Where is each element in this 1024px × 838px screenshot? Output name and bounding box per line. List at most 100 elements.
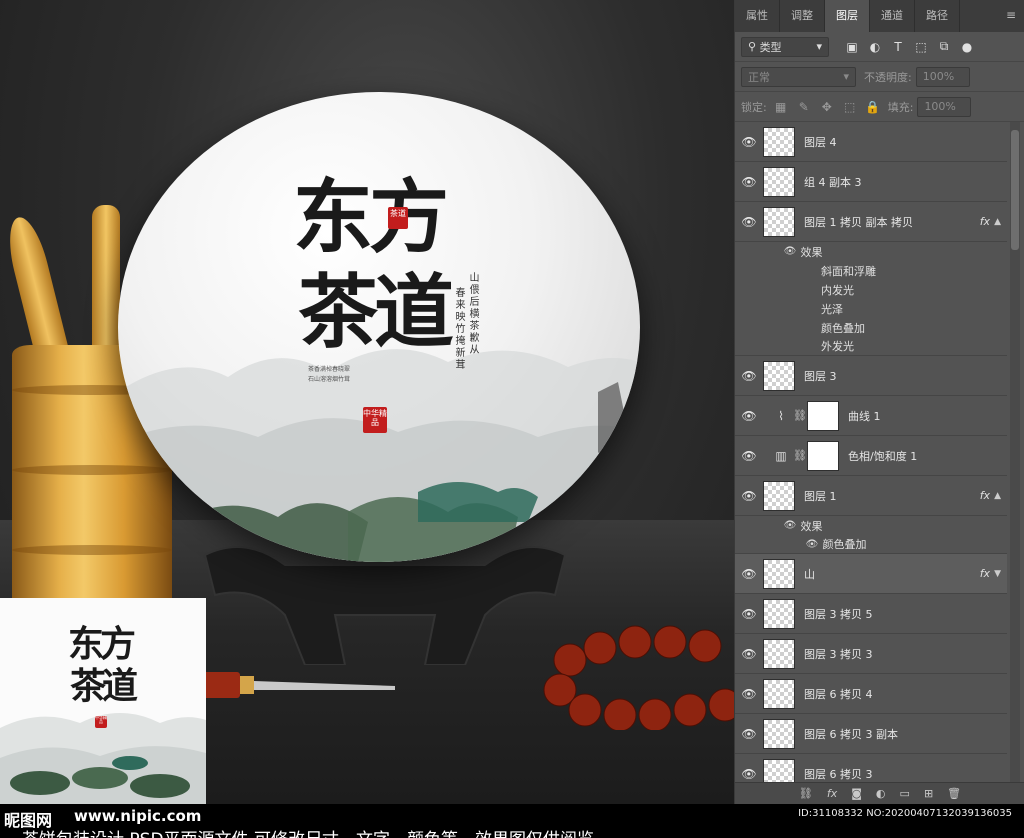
layer-row[interactable]: 👁 图层 4 <box>735 122 1007 162</box>
layer-thumbnail <box>763 758 795 782</box>
filter-row: ⚲ 类型 ▾ ▣ ◐ T ⬚ ⧉ ● <box>735 32 1024 62</box>
layer-mask-thumbnail[interactable] <box>807 440 839 471</box>
layer-name: 图层 6 拷贝 3 副本 <box>804 727 898 741</box>
pixel-filter-icon[interactable]: ▣ <box>843 40 861 54</box>
effect-item[interactable]: 外发光 <box>735 337 1007 356</box>
visibility-eye-icon[interactable]: 👁 <box>735 135 763 149</box>
thumb-seal: 中华精品 <box>95 715 107 728</box>
effect-item[interactable]: 光泽 <box>735 299 1007 318</box>
opacity-input[interactable]: 100% <box>915 66 970 87</box>
panel-menu-icon[interactable]: ≡ <box>1006 8 1016 22</box>
layer-thumbnail <box>763 206 795 237</box>
visibility-eye-icon[interactable]: 👁 <box>735 687 763 701</box>
smart-object-filter-icon[interactable]: ⧉ <box>935 39 953 54</box>
effect-item[interactable]: 斜面和浮雕 <box>735 261 1007 280</box>
effects-label: 效果 <box>800 245 823 259</box>
layer-name: 图层 3 拷贝 5 <box>804 607 873 621</box>
link-icon[interactable]: ⛓ <box>793 409 807 422</box>
blend-mode-value: 正常 <box>748 70 770 84</box>
hue-saturation-adjustment-icon: ▥ <box>775 448 787 463</box>
layer-name: 图层 1 拷贝 副本 拷贝 <box>804 215 913 229</box>
layer-row[interactable]: 👁 图层 3 拷贝 3 <box>735 634 1007 674</box>
expand-arrow-icon[interactable]: ▼ <box>994 569 1001 579</box>
type-filter-icon[interactable]: T <box>889 40 907 54</box>
effect-item[interactable]: 👁 颜色叠加 <box>735 535 1007 554</box>
layer-name: 色相/饱和度 1 <box>848 449 918 463</box>
new-layer-icon[interactable]: ⊞ <box>924 787 933 800</box>
panel-bottom-toolbar: ⛓ fx ◙ ◐ ▭ ⊞ 🗑 <box>735 782 1024 804</box>
layer-filter-select[interactable]: ⚲ 类型 ▾ <box>741 36 829 57</box>
tab-channels[interactable]: 通道 <box>870 0 915 32</box>
layer-row[interactable]: 👁 山 fx ▼ <box>735 554 1007 594</box>
visibility-eye-icon[interactable]: 👁 <box>735 567 763 581</box>
visibility-eye-icon[interactable]: 👁 <box>735 215 763 229</box>
effects-eye-icon[interactable]: 👁 <box>783 246 797 257</box>
effect-eye-icon[interactable]: 👁 <box>805 539 819 550</box>
adjustment-filter-icon[interactable]: ◐ <box>866 40 884 54</box>
layer-row[interactable]: 👁 组 4 副本 3 <box>735 162 1007 202</box>
layer-thumbnail <box>763 558 795 589</box>
layer-row[interactable]: 👁 图层 6 拷贝 3 副本 <box>735 714 1007 754</box>
layers-scrollbar[interactable] <box>1010 122 1020 782</box>
fx-badge[interactable]: fx <box>980 489 990 502</box>
layer-thumbnail <box>763 126 795 157</box>
layer-row[interactable]: 👁 图层 6 拷贝 4 <box>735 674 1007 714</box>
layer-mask-thumbnail[interactable] <box>807 400 839 431</box>
tab-properties[interactable]: 属性 <box>735 0 780 32</box>
layer-row[interactable]: 👁 图层 3 拷贝 5 <box>735 594 1007 634</box>
effect-item[interactable]: 颜色叠加 <box>735 318 1007 337</box>
add-style-icon[interactable]: fx <box>827 787 837 800</box>
lock-image-icon[interactable]: ✎ <box>795 100 813 114</box>
link-layers-icon[interactable]: ⛓ <box>799 787 813 800</box>
link-icon[interactable]: ⛓ <box>793 449 807 462</box>
effects-eye-icon[interactable]: 👁 <box>783 520 797 531</box>
title-line-2: 茶道 <box>298 265 454 359</box>
visibility-eye-icon[interactable]: 👁 <box>735 767 763 781</box>
tab-adjustments[interactable]: 调整 <box>780 0 825 32</box>
layer-row[interactable]: 👁 ▥ ⛓ 色相/饱和度 1 <box>735 436 1007 476</box>
delete-layer-icon[interactable]: 🗑 <box>947 787 961 800</box>
fx-badge[interactable]: fx <box>980 567 990 580</box>
tab-paths[interactable]: 路径 <box>915 0 960 32</box>
fill-input[interactable]: 100% <box>917 96 972 117</box>
visibility-eye-icon[interactable]: 👁 <box>735 409 763 423</box>
add-mask-icon[interactable]: ◙ <box>851 787 862 800</box>
lock-artboard-icon[interactable]: ⬚ <box>841 100 859 114</box>
filter-toggle-icon[interactable]: ● <box>958 40 976 54</box>
new-group-icon[interactable]: ▭ <box>900 787 910 800</box>
collapse-arrow-icon[interactable]: ▲ <box>994 491 1001 501</box>
visibility-eye-icon[interactable]: 👁 <box>735 607 763 621</box>
collapse-arrow-icon[interactable]: ▲ <box>994 217 1001 227</box>
visibility-eye-icon[interactable]: 👁 <box>735 489 763 503</box>
new-adjustment-icon[interactable]: ◐ <box>876 787 886 800</box>
visibility-eye-icon[interactable]: 👁 <box>735 647 763 661</box>
layer-thumbnail <box>763 678 795 709</box>
blend-mode-select[interactable]: 正常 ▾ <box>741 66 856 87</box>
lock-label: 锁定: <box>741 100 767 114</box>
fx-badge[interactable]: fx <box>980 215 990 228</box>
lock-position-icon[interactable]: ✥ <box>818 100 836 114</box>
layer-name: 图层 3 拷贝 3 <box>804 647 873 661</box>
layer-row[interactable]: 👁 图层 6 拷贝 3 <box>735 754 1007 782</box>
visibility-eye-icon[interactable]: 👁 <box>735 175 763 189</box>
scrollbar-thumb[interactable] <box>1011 130 1019 250</box>
lock-all-icon[interactable]: 🔒 <box>864 100 882 114</box>
thumb-title-line-1: 东方 <box>68 623 136 665</box>
layer-thumbnail <box>763 598 795 629</box>
visibility-eye-icon[interactable]: 👁 <box>735 449 763 463</box>
visibility-eye-icon[interactable]: 👁 <box>735 369 763 383</box>
layer-name: 图层 3 <box>804 369 837 383</box>
effect-item[interactable]: 内发光 <box>735 280 1007 299</box>
product-mockup-canvas: 东方 茶道 茶道 中华精品 山偎后横茶歉从 春来映竹掩新茸 茶香满棹春晓翠 石山… <box>0 0 734 804</box>
layer-row[interactable]: 👁 图层 3 <box>735 356 1007 396</box>
shape-filter-icon[interactable]: ⬚ <box>912 40 930 54</box>
visibility-eye-icon[interactable]: 👁 <box>735 727 763 741</box>
layer-row[interactable]: 👁 图层 1 拷贝 副本 拷贝 fx ▲ <box>735 202 1007 242</box>
caption-line-1: 茶香满棹春晓翠 <box>308 366 351 373</box>
lock-transparent-icon[interactable]: ▦ <box>772 100 790 114</box>
seal-top: 茶道 <box>388 207 408 229</box>
tab-layers[interactable]: 图层 <box>825 0 870 32</box>
curves-adjustment-icon: ⌇ <box>778 408 784 423</box>
layer-row[interactable]: 👁 ⌇ ⛓ 曲线 1 <box>735 396 1007 436</box>
layer-row[interactable]: 👁 图层 1 fx ▲ <box>735 476 1007 516</box>
